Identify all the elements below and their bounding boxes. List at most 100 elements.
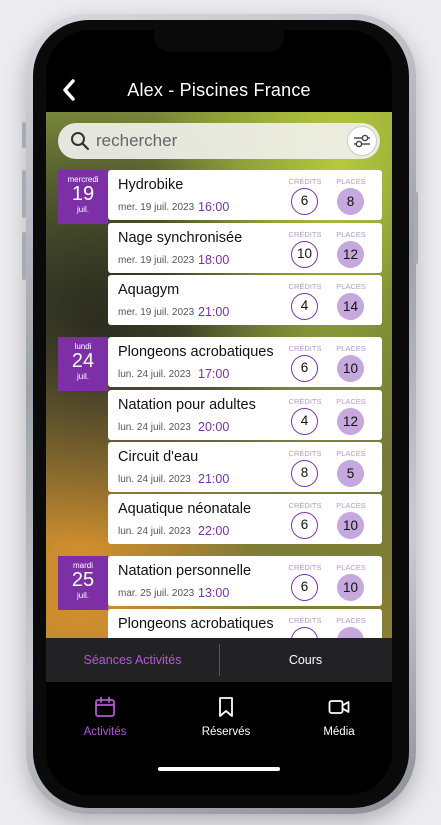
session-time: 21:00 [198, 305, 230, 319]
session-card[interactable]: Circuit d'eau lun. 24 juil. 2023 21:00 C… [108, 442, 382, 492]
session-card[interactable]: Natation pour adultes lun. 24 juil. 2023… [108, 390, 382, 440]
session-name: Nage synchronisée [118, 230, 243, 246]
power-button [414, 192, 418, 264]
session-name: Circuit d'eau [118, 449, 199, 465]
session-name: Natation pour adultes [118, 397, 256, 413]
credits-count: 4 [291, 408, 318, 435]
session-time: 13:00 [198, 586, 230, 600]
credits-count: 6 [291, 355, 318, 382]
places-label: PLACES [336, 230, 366, 239]
credits-label: CRÉDITS [288, 616, 322, 625]
page-title: Alex - Piscines France [127, 80, 311, 100]
date-day: 25 [71, 569, 95, 591]
home-indicator[interactable] [158, 767, 280, 771]
date-month: juil. [76, 205, 89, 214]
credits-label: CRÉDITS [288, 449, 322, 458]
credits-label: CRÉDITS [288, 230, 322, 239]
search-icon [71, 132, 90, 151]
search-bar[interactable] [58, 123, 380, 159]
tab-seances-activites[interactable]: Séances Activités [46, 638, 219, 682]
date-day: 24 [71, 350, 95, 372]
date-month: juil. [76, 591, 89, 600]
date-day: 19 [71, 183, 95, 205]
notch [154, 30, 284, 52]
session-list[interactable]: mercredi 19 juil. Hydrobike mer. 19 juil… [46, 112, 392, 638]
credits-count: 6 [291, 512, 318, 539]
session-name: Hydrobike [118, 177, 184, 193]
chevron-left-icon [63, 79, 75, 101]
session-card[interactable]: Hydrobike mer. 19 juil. 2023 16:00 CRÉDI… [108, 170, 382, 220]
places-count: 12 [337, 241, 364, 268]
places-count: 10 [337, 512, 364, 539]
credits-label: CRÉDITS [288, 344, 322, 353]
session-date: lun. 24 juil. 2023 [118, 422, 191, 433]
date-badge: mercredi 19 juil. [58, 170, 108, 224]
nav-label: Média [323, 726, 355, 738]
credits-label: CRÉDITS [288, 501, 322, 510]
calendar-icon [95, 696, 115, 717]
places-count: 8 [337, 188, 364, 215]
filter-button[interactable] [347, 126, 377, 156]
session-time: 16:00 [198, 200, 230, 214]
places-count: 12 [337, 408, 364, 435]
session-name: Plongeons acrobatiques [118, 616, 274, 632]
session-card[interactable]: Nage synchronisée mer. 19 juil. 2023 18:… [108, 223, 382, 273]
places-count: 10 [337, 355, 364, 382]
bookmark-icon [219, 697, 233, 717]
volume-up-button [22, 170, 26, 218]
volume-down-button [22, 232, 26, 280]
nav-media[interactable]: Média [289, 696, 389, 738]
sliders-icon [354, 134, 370, 148]
nav-label: Activités [83, 726, 127, 738]
nav-reserves[interactable]: Réservés [176, 696, 276, 738]
session-time: 18:00 [198, 253, 230, 267]
credits-count: 6 [291, 188, 318, 215]
places-label: PLACES [336, 177, 366, 186]
back-button[interactable] [58, 76, 82, 104]
credits-count: 4 [291, 293, 318, 320]
credits-label: CRÉDITS [288, 282, 322, 291]
credits-label: CRÉDITS [288, 397, 322, 406]
date-badge: lundi 24 juil. [58, 337, 108, 391]
places-count: 10 [337, 574, 364, 601]
session-card[interactable]: Plongeons acrobatiques CRÉDITS PLACES [108, 609, 382, 638]
credits-label: CRÉDITS [288, 177, 322, 186]
places-label: PLACES [336, 616, 366, 625]
video-camera-icon [328, 700, 350, 714]
places-count: 14 [337, 293, 364, 320]
places-label: PLACES [336, 397, 366, 406]
date-badge: mardi 25 juil. [58, 556, 108, 610]
places-count [337, 627, 364, 638]
phone-screen: Alex - Piscines France mercredi 19 [46, 30, 392, 795]
bottom-navigation: Activités Réservés Média [46, 682, 392, 795]
places-label: PLACES [336, 344, 366, 353]
credits-count: 8 [291, 460, 318, 487]
session-card[interactable]: Aquagym mer. 19 juil. 2023 21:00 CRÉDITS… [108, 275, 382, 325]
segment-tabs: Séances Activités Cours [46, 638, 392, 682]
session-name: Natation personnelle [118, 563, 252, 579]
session-date: lun. 24 juil. 2023 [118, 526, 191, 537]
nav-activites[interactable]: Activités [55, 696, 155, 738]
session-card[interactable]: Aquatique néonatale lun. 24 juil. 2023 2… [108, 494, 382, 544]
places-label: PLACES [336, 501, 366, 510]
session-time: 21:00 [198, 472, 230, 486]
session-date: mer. 19 juil. 2023 [118, 202, 195, 213]
session-card[interactable]: Natation personnelle mar. 25 juil. 2023 … [108, 556, 382, 606]
credits-label: CRÉDITS [288, 563, 322, 572]
session-time: 17:00 [198, 367, 230, 381]
search-input[interactable] [96, 123, 336, 159]
session-name: Aquagym [118, 282, 180, 298]
session-date: mer. 19 juil. 2023 [118, 255, 195, 266]
tab-cours[interactable]: Cours [219, 638, 392, 682]
session-time: 20:00 [198, 420, 230, 434]
places-label: PLACES [336, 449, 366, 458]
session-name: Plongeons acrobatiques [118, 344, 274, 360]
session-date: mar. 25 juil. 2023 [118, 588, 195, 599]
credits-count: 10 [291, 241, 318, 268]
session-time: 22:00 [198, 524, 230, 538]
nav-label: Réservés [201, 726, 251, 738]
session-name: Aquatique néonatale [118, 501, 252, 517]
mute-switch [22, 122, 26, 148]
session-card[interactable]: Plongeons acrobatiques lun. 24 juil. 202… [108, 337, 382, 387]
session-date: lun. 24 juil. 2023 [118, 474, 191, 485]
